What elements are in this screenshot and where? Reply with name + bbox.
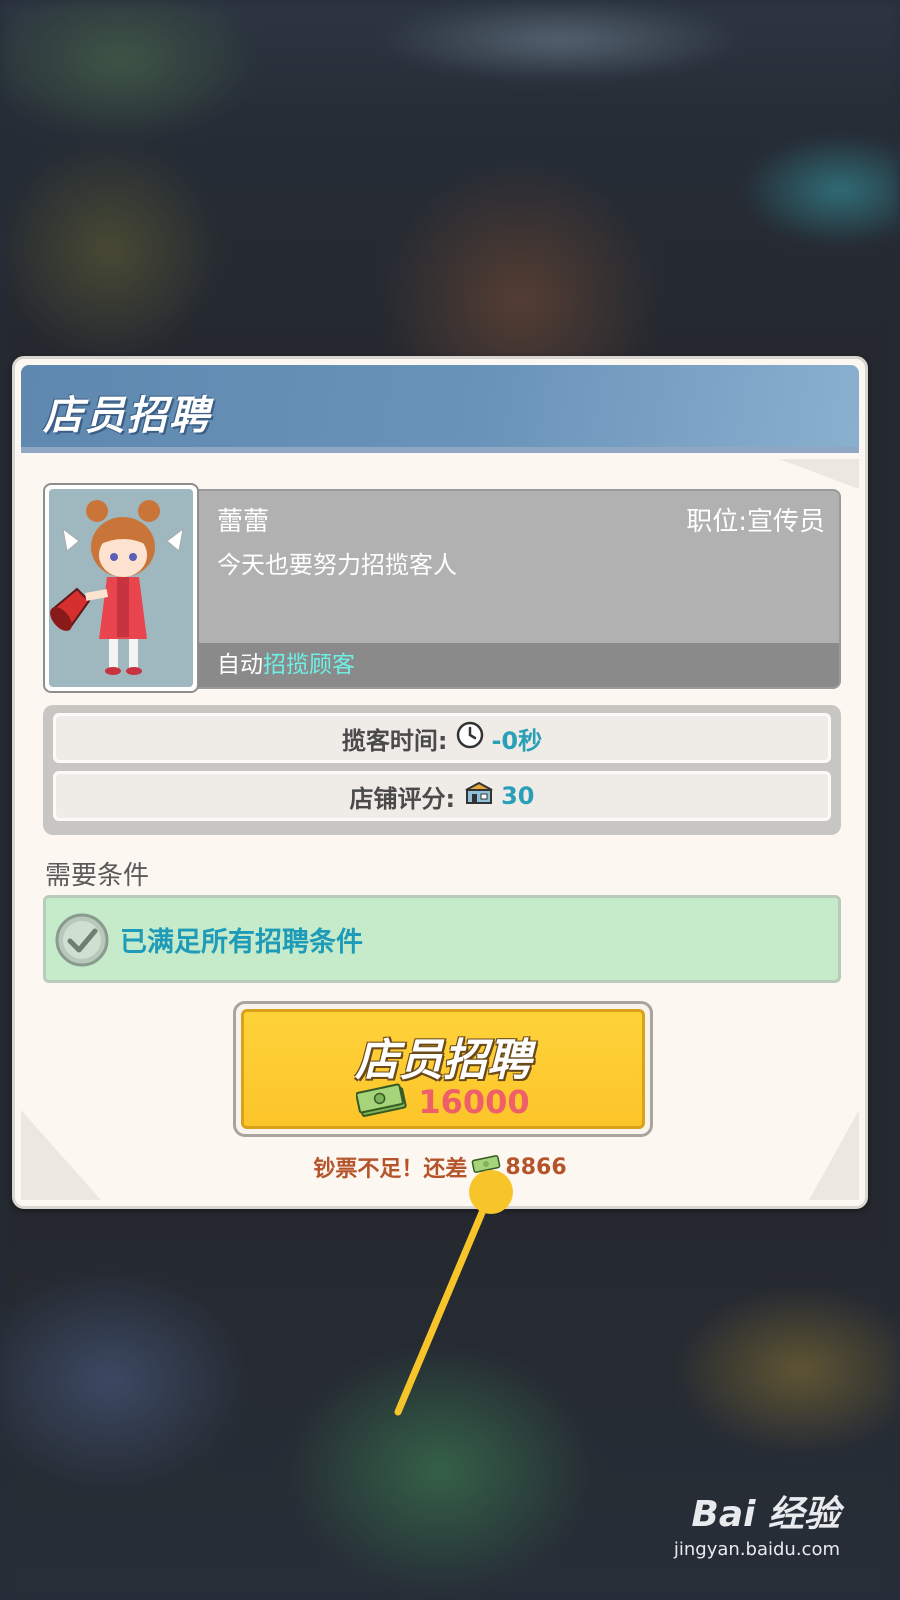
- employee-info-card: 蕾蕾 职位:宣传员 今天也要努力招揽客人 自动招揽顾客: [187, 489, 841, 689]
- stats-panel: 揽客时间: -0秒 店铺评分: 30: [43, 705, 841, 835]
- shop-rating-icon: [463, 780, 495, 812]
- shortage-text: 钞票不足！还差: [313, 1157, 468, 1182]
- shortage-amount: 8866: [505, 1154, 567, 1180]
- check-icon: [54, 912, 110, 968]
- recruit-button-face[interactable]: 店员招聘 16000: [241, 1009, 645, 1129]
- recruit-button-label: 店员招聘: [355, 1035, 531, 1086]
- solicit-time-label: 揽客时间:: [341, 726, 448, 755]
- character-avatar: [49, 489, 193, 687]
- stat-solicit-time: 揽客时间: -0秒: [53, 713, 831, 763]
- dialog-header: 店员招聘: [21, 365, 859, 453]
- employee-portrait: [43, 483, 199, 693]
- stat-shop-rating: 店铺评分: 30: [53, 771, 831, 821]
- requirements-text: 已满足所有招聘条件: [120, 927, 363, 958]
- dialog-title: 店员招聘: [43, 393, 211, 439]
- employee-motto: 今天也要努力招揽客人: [217, 551, 457, 579]
- shop-rating-value: 30: [501, 782, 535, 810]
- recruit-button[interactable]: 店员招聘 16000: [233, 1001, 653, 1137]
- skill-prefix: 自动: [217, 652, 263, 678]
- watermark-url: jingyan.baidu.com: [673, 1539, 840, 1560]
- corner-decoration: [779, 459, 859, 489]
- cash-icon: [471, 1153, 501, 1181]
- employee-position: 职位:宣传员: [686, 507, 825, 537]
- employee-name: 蕾蕾: [217, 507, 270, 537]
- requirements-status: 已满足所有招聘条件: [43, 895, 841, 983]
- clock-icon: [455, 720, 485, 756]
- solicit-time-value: -0秒: [491, 726, 543, 755]
- recruit-cost-value: 16000: [418, 1083, 530, 1121]
- baidu-logo: Bai 经验: [691, 1494, 840, 1535]
- recruit-cost: 16000: [244, 1082, 642, 1122]
- employee-skill: 自动招揽顾客: [189, 643, 839, 687]
- shop-rating-label: 店铺评分:: [349, 784, 456, 813]
- insufficient-funds-notice: 钞票不足！还差 8866: [15, 1151, 865, 1183]
- requirements-label: 需要条件: [45, 861, 150, 891]
- character-illustration: [50, 500, 184, 675]
- recruit-dialog: 店员招聘 蕾蕾 职位:宣传员 今天也要努力招揽客人 自动招揽顾客 揽客时间: -…: [12, 356, 868, 1209]
- cash-icon: [355, 1082, 408, 1122]
- skill-highlight: 招揽顾客: [263, 652, 355, 678]
- baidu-watermark: Bai 经验 jingyan.baidu.com: [674, 1485, 840, 1560]
